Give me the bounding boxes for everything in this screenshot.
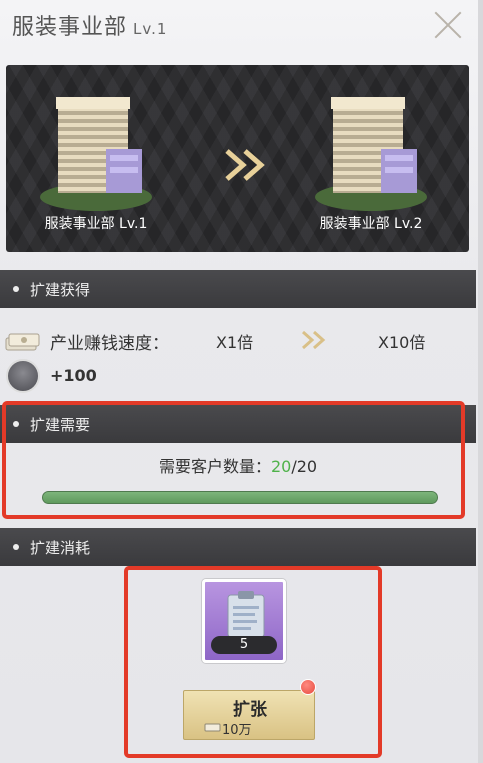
speed-to: X10倍: [378, 333, 426, 352]
section-title-cost: 扩建消耗: [30, 539, 91, 557]
bullet-icon: [13, 544, 19, 550]
speed-from: X1倍: [216, 333, 254, 352]
building-lv1-label: 服装事业部 Lv.1: [44, 216, 148, 232]
upgrade-banner: 服装事业部 Lv.1 服装事业部 Lv.2: [6, 65, 469, 252]
scrollbar[interactable]: [478, 0, 483, 763]
chevron-right-icon: [302, 330, 326, 350]
header: 服装事业部 Lv.1: [0, 0, 483, 52]
bonus-value: +100: [50, 366, 97, 385]
building-lv2-label: 服装事业部 Lv.2: [319, 216, 423, 232]
expansion-panel: 服装事业部 Lv.1 服装事业部 Lv.1 服装事业部 Lv.2 扩建获得 产业…: [0, 0, 483, 763]
close-icon[interactable]: [433, 10, 463, 40]
bonus-row: +100: [0, 357, 300, 393]
speed-label: 产业赚钱速度：: [50, 334, 169, 354]
highlight-cost: [124, 566, 382, 758]
building-lv2-icon: [315, 97, 427, 211]
reputation-badge-icon: [6, 359, 40, 393]
money-stack-icon: [5, 333, 40, 351]
bullet-icon: [13, 286, 19, 292]
double-chevron-icon: [225, 149, 265, 181]
section-title-gain: 扩建获得: [30, 281, 91, 299]
title-level: Lv.1: [133, 20, 168, 38]
building-lv1-icon: [40, 97, 152, 211]
section-header-gain: 扩建获得: [0, 270, 476, 308]
section-header-cost: 扩建消耗: [0, 528, 476, 566]
highlight-requirement: [2, 401, 465, 519]
speed-row: 产业赚钱速度： X1倍 X10倍: [0, 312, 476, 362]
title-text: 服装事业部: [12, 15, 128, 40]
page-title: 服装事业部 Lv.1: [12, 9, 167, 41]
